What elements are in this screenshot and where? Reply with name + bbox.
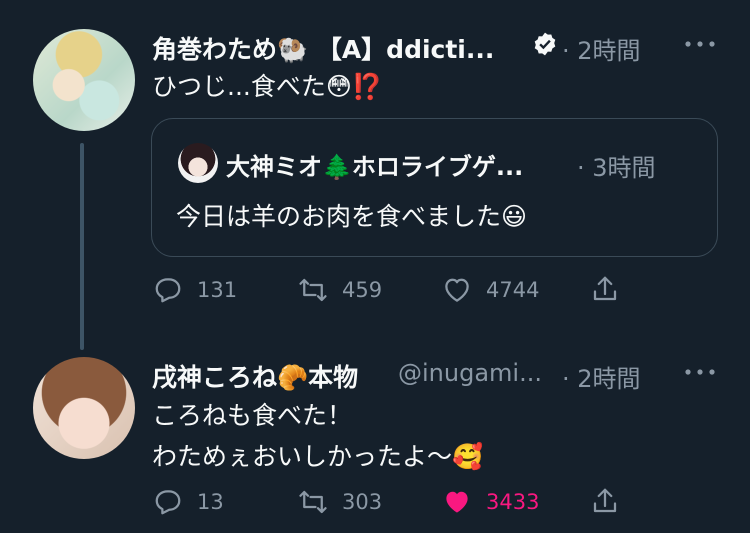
retweet-count: 459 [342, 278, 383, 302]
more-icon[interactable] [683, 32, 717, 56]
retweet-button[interactable]: 303 [298, 487, 382, 517]
reply-button[interactable]: 13 [153, 487, 224, 517]
more-icon[interactable] [683, 360, 717, 384]
like-button-active[interactable]: 3433 [442, 487, 539, 517]
tweet-time[interactable]: · 2時間 [562, 31, 641, 66]
avatar-mio[interactable] [178, 143, 218, 183]
thread-connector-line [80, 143, 84, 350]
share-button[interactable] [590, 486, 634, 516]
retweet-icon [299, 490, 327, 514]
reply-button[interactable]: 131 [153, 275, 237, 305]
tweet-text: ひつじ...食べた😳⁉️ [152, 72, 384, 101]
avatar-watame[interactable] [33, 29, 135, 131]
share-button[interactable] [590, 274, 634, 304]
display-name-korone[interactable]: 戌神ころね🥐本物 [152, 358, 358, 394]
like-count: 3433 [486, 490, 540, 514]
quoted-display-name[interactable]: 大神ミオ🌲ホロライブゲ... [226, 147, 523, 182]
share-icon [593, 488, 617, 513]
tweet-text-line1: ころねも食べた！ [152, 401, 353, 430]
display-name-watame[interactable]: 角巻わため🐏 【A】ddicti... [152, 30, 494, 66]
handle-korone[interactable]: @inugami... [398, 359, 542, 387]
tweet-time[interactable]: · 2時間 [562, 359, 641, 394]
retweet-button[interactable]: 459 [298, 275, 382, 305]
retweet-icon [299, 278, 327, 302]
share-icon [593, 276, 617, 301]
reply-icon [155, 490, 181, 515]
heart-icon [445, 278, 469, 302]
avatar-korone[interactable] [33, 357, 135, 459]
reply-icon [155, 278, 181, 303]
reply-count: 131 [197, 278, 238, 302]
retweet-count: 303 [342, 490, 383, 514]
quoted-tweet-text: 今日は羊のお肉を食べました😃 [176, 202, 528, 231]
reply-count: 13 [197, 490, 224, 514]
quoted-tweet[interactable] [151, 118, 718, 257]
tweet-text-line2: わためぇおいしかったよ〜🥰 [152, 442, 484, 471]
like-button[interactable]: 4744 [442, 275, 539, 305]
verified-badge-icon [532, 31, 558, 57]
quoted-tweet-time[interactable]: · 3時間 [577, 148, 656, 183]
like-count: 4744 [486, 278, 540, 302]
heart-filled-icon [446, 491, 468, 513]
